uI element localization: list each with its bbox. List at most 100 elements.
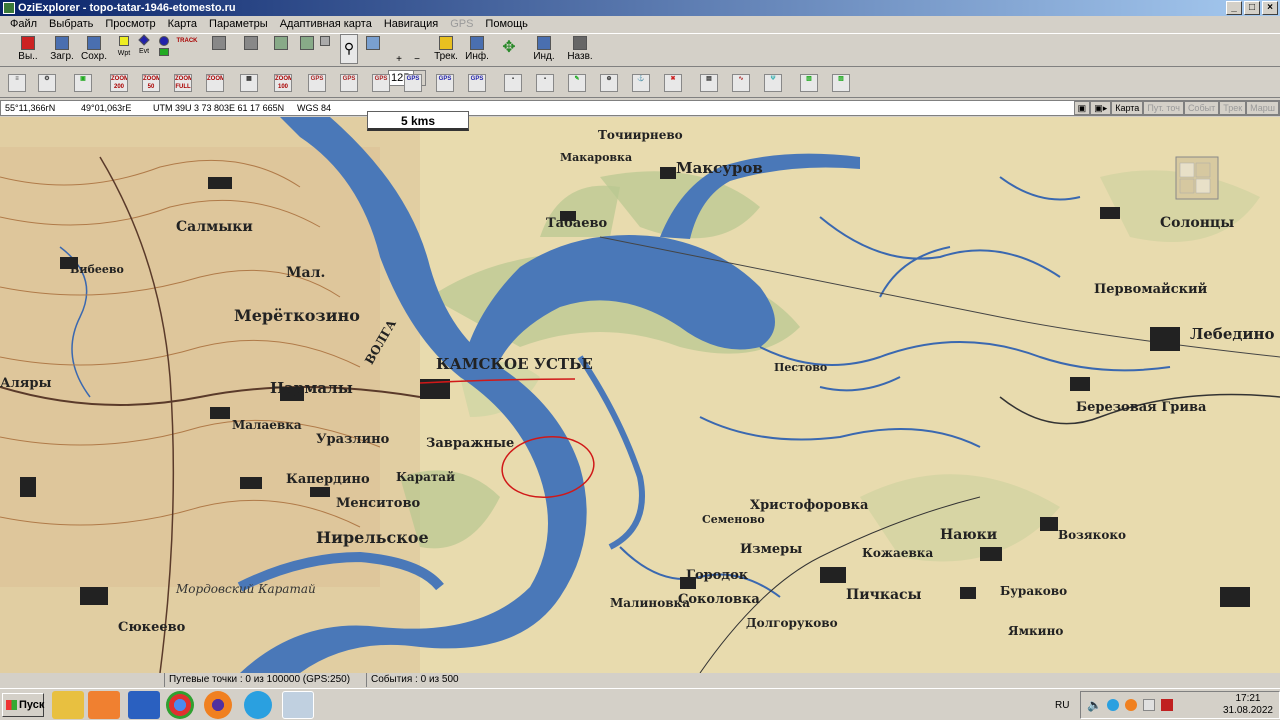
gps-button-1[interactable]: GPS [308,74,326,92]
track-control-button[interactable]: Трек. [432,34,460,64]
start-button[interactable]: Пуск [2,693,44,717]
settings-button[interactable]: ⚙ [38,74,56,92]
map-import-button[interactable]: ▧ [800,74,818,92]
map-image: КАМСКОЕ УСТЬЕ Максуров Макаровка Табаево… [0,117,1280,673]
menu-help[interactable]: Помощь [479,18,534,30]
zoom-out-button[interactable]: − [410,54,424,66]
layers-button[interactable]: ≡ [8,74,26,92]
track-tab-button[interactable]: Трек [1219,101,1247,115]
chrome-icon[interactable] [166,691,194,719]
track-button[interactable]: TRACK [176,34,198,64]
gps-button-3[interactable]: GPS [372,74,390,92]
telegram-tray-icon[interactable] [1107,699,1119,711]
save-image-button[interactable]: ▣▸ [1090,101,1112,115]
label-pestovo: Пестово [774,361,827,374]
chart-button[interactable]: ▤ [700,74,718,92]
show-routes-button[interactable] [296,34,318,64]
clock-time: 17:21 [1235,693,1261,704]
screenshot-button[interactable]: ▣ [1073,101,1091,115]
crosshair-button[interactable]: ⊕ [600,74,618,92]
anchor-button[interactable]: ⚓ [632,74,650,92]
save-icon [87,36,101,50]
zoom-in-button[interactable]: + [392,54,406,66]
gps-button-2[interactable]: GPS [340,74,358,92]
close-button[interactable]: × [1262,1,1278,15]
zoom-100-button[interactable]: ZOOM 100 [274,74,292,92]
datum-readout: WGS 84 [297,103,332,113]
alarm-button[interactable]: ✖ [664,74,682,92]
index-button[interactable]: Инд. [532,34,556,64]
volume-icon[interactable]: 🔈 [1087,698,1102,712]
maximize-button[interactable]: □ [1244,1,1260,15]
menu-view[interactable]: Просмотр [99,18,161,30]
events-tab-button[interactable]: Событ [1183,101,1220,115]
map-tab-button[interactable]: Карта [1111,101,1144,115]
menu-navigation[interactable]: Навигация [378,18,444,30]
event-button[interactable]: Evt [136,34,152,64]
label-malinovka: Малиновка [610,596,690,610]
map-export-button[interactable]: ▨ [832,74,850,92]
zoom-50-button[interactable]: ZOOM 50 [142,74,160,92]
file-explorer-icon[interactable] [52,691,84,719]
waypoint-button[interactable]: Wpt [116,34,132,64]
window-tool-button[interactable] [364,34,382,64]
copy-map-button[interactable]: ▣ [74,74,92,92]
show-events-button[interactable] [270,34,292,64]
show-track-button[interactable] [208,34,230,64]
map-canvas[interactable]: КАМСКОЕ УСТЬЕ Максуров Макаровка Табаево… [0,117,1280,673]
zoom-tool-button[interactable]: ⚲ [340,34,358,64]
red-tray-icon[interactable] [1161,699,1173,711]
clock[interactable]: 17:21 31.08.2022 [1223,693,1273,717]
move-arrows-icon: ✥ [502,39,516,56]
zoom-custom-button[interactable]: ZOOM [206,74,224,92]
label-kaperdino: Капердино [286,472,370,487]
gps-button-6[interactable]: GPS [468,74,486,92]
load-icon [55,36,69,50]
network-icon[interactable] [1143,699,1155,711]
route-button[interactable] [156,34,172,64]
green-square-icon [159,48,169,56]
tools-icon [320,36,330,46]
save-disk-icon[interactable] [128,691,160,719]
oziexplorer-taskbar-icon[interactable] [282,691,314,719]
antenna-button[interactable]: Ψ [764,74,782,92]
waypoints-tab-button[interactable]: Пут. точ [1143,101,1184,115]
media-player-icon[interactable] [88,691,120,719]
pencil-button[interactable]: ✎ [568,74,586,92]
label-syukeevo: Сюкеево [118,620,186,635]
firefox-icon[interactable] [204,691,232,719]
name-search-button[interactable]: Назв. [566,34,594,64]
language-indicator[interactable]: RU [1055,700,1069,711]
load-button[interactable]: Загр. [48,34,76,64]
label-burakovo: Бураково [1000,584,1067,598]
label-zavrazhnye: Завражные [426,436,514,451]
save-button[interactable]: Сохр. [80,34,108,64]
map-select-button[interactable]: ▦ [240,74,258,92]
routes-tab-button[interactable]: Марш [1246,101,1279,115]
mm-button[interactable]: ▪ [536,74,554,92]
small-tools-button[interactable] [318,34,332,64]
label-pervomaiskii: Первомайский [1094,282,1208,297]
window-title: OziExplorer - topo-tatar-1946-etomesto.r… [18,2,236,14]
menu-params[interactable]: Параметры [203,18,274,30]
zoom-200-button[interactable]: ZOOM 200 [110,74,128,92]
exit-button[interactable]: Вы.. [16,34,40,64]
menu-file[interactable]: Файл [4,18,43,30]
info-button[interactable]: Инф. [464,34,490,64]
minimize-button[interactable]: _ [1226,1,1242,15]
menu-map[interactable]: Карта [162,18,203,30]
telegram-icon[interactable] [244,691,272,719]
sim-button[interactable]: ▪ [504,74,522,92]
label-mensitovo: Менситово [336,496,420,511]
gps-button-5[interactable]: GPS [436,74,454,92]
zoom-full-button[interactable]: ZOOM FULL [174,74,192,92]
alarm-tray-icon[interactable] [1125,699,1137,711]
menu-adaptive-map[interactable]: Адаптивная карта [274,18,378,30]
label-maksurovo: Максуров [676,159,763,177]
menu-gps[interactable]: GPS [444,18,479,30]
menu-select[interactable]: Выбрать [43,18,99,30]
show-waypoints-button[interactable] [240,34,262,64]
pan-button[interactable]: ✥ [496,34,522,64]
graph-button[interactable]: ∿ [732,74,750,92]
gps-button-4[interactable]: GPS [404,74,422,92]
